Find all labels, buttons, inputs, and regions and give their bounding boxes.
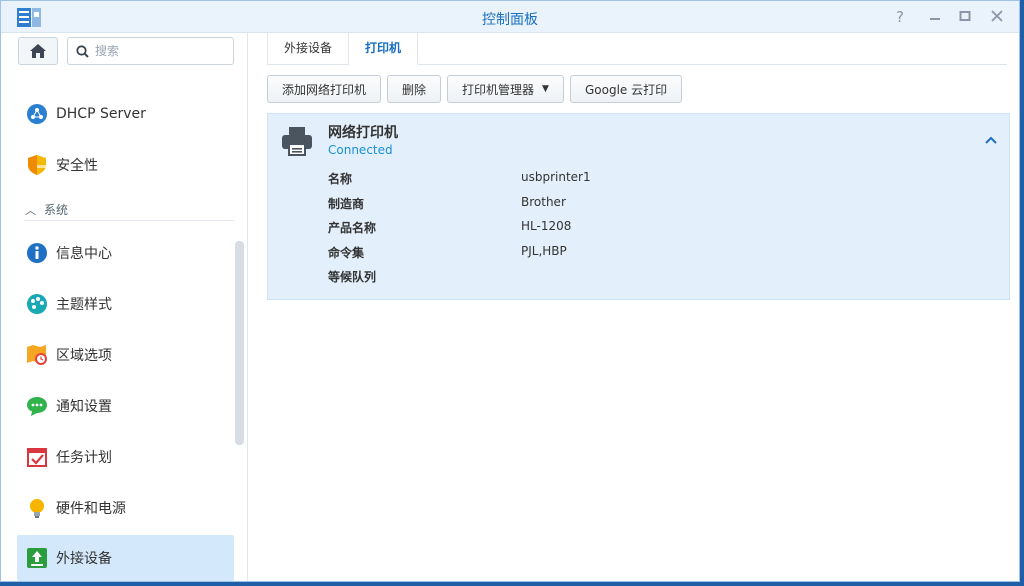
- sidebar-item-external-devices[interactable]: 外接设备: [17, 535, 234, 581]
- sidebar-item-label: 主题样式: [56, 297, 112, 313]
- sidebar-item-label: 通知设置: [56, 399, 112, 415]
- help-button[interactable]: ?: [891, 8, 909, 26]
- delete-button[interactable]: 删除: [387, 75, 442, 103]
- home-button[interactable]: [18, 37, 58, 65]
- sidebar-item-notifications[interactable]: 通知设置: [17, 383, 234, 429]
- sidebar-item-security[interactable]: 安全性: [17, 142, 234, 188]
- info-icon: [26, 242, 48, 264]
- sidebar-item-label: 安全性: [56, 158, 98, 174]
- sidebar-item-label: 外接设备: [56, 551, 112, 567]
- minimize-button[interactable]: [926, 8, 944, 26]
- caret-down-icon: ▼: [542, 84, 549, 94]
- help-icon: ?: [896, 8, 904, 26]
- close-icon: [991, 10, 1003, 22]
- nav-list: 网络 DHCP Server 安全性 ︿ 系统: [1, 69, 248, 581]
- maximize-button[interactable]: [956, 8, 974, 26]
- search-input[interactable]: [95, 44, 225, 58]
- maximize-icon: [959, 11, 971, 21]
- palette-icon: [26, 293, 48, 315]
- main-content: 外接设备 打印机 添加网络打印机 删除 打印机管理器 ▼ Google 云打印 …: [249, 33, 1019, 581]
- chevron-up-icon[interactable]: [983, 132, 999, 148]
- control-panel-window: 控制面板 ? 网络: [0, 0, 1020, 582]
- sidebar-item-label: 信息中心: [56, 246, 112, 262]
- sidebar-item-info-center[interactable]: 信息中心: [17, 230, 234, 276]
- search-icon: [76, 44, 89, 58]
- search-box[interactable]: [67, 37, 234, 65]
- sidebar-item-dhcp-server[interactable]: DHCP Server: [17, 91, 234, 137]
- external-device-icon: [26, 547, 48, 569]
- region-icon: [26, 344, 48, 366]
- toolbar: 添加网络打印机 删除 打印机管理器 ▼ Google 云打印: [267, 75, 683, 103]
- google-cloud-print-button[interactable]: Google 云打印: [569, 75, 683, 103]
- tab-bar: 外接设备 打印机: [267, 33, 1007, 65]
- add-network-printer-button[interactable]: 添加网络打印机: [267, 75, 382, 103]
- title-bar: 控制面板 ?: [1, 1, 1019, 33]
- printer-status: Connected: [328, 143, 393, 157]
- section-header-system[interactable]: ︿ 系统: [25, 199, 234, 221]
- sidebar-scrollbar[interactable]: [235, 241, 244, 445]
- bulb-icon: [26, 497, 48, 519]
- calendar-check-icon: [26, 446, 48, 468]
- sidebar-item-network-partial[interactable]: 网络: [25, 69, 53, 73]
- sidebar-item-label: 区域选项: [56, 348, 112, 364]
- printer-name: 网络打印机: [328, 125, 398, 141]
- tab-printer[interactable]: 打印机: [349, 33, 419, 65]
- window-title: 控制面板: [482, 12, 538, 28]
- home-icon: [30, 44, 46, 58]
- sidebar: 网络 DHCP Server 安全性 ︿ 系统: [1, 33, 248, 581]
- printer-manager-dropdown[interactable]: 打印机管理器 ▼: [447, 75, 564, 103]
- sidebar-item-label: DHCP Server: [56, 106, 146, 122]
- minimize-icon: [930, 18, 940, 20]
- sidebar-item-hardware-power[interactable]: 硬件和电源: [17, 485, 234, 531]
- sidebar-item-label: 硬件和电源: [56, 501, 126, 517]
- chat-icon: [26, 395, 48, 417]
- shield-icon: [26, 154, 48, 176]
- tab-external-devices[interactable]: 外接设备: [267, 33, 350, 65]
- chevron-up-icon: ︿: [25, 203, 36, 217]
- sidebar-item-theme[interactable]: 主题样式: [17, 281, 234, 327]
- printer-detail-panel: 网络打印机 Connected 名称 usbprinter1 制造商 Broth…: [267, 113, 1010, 300]
- sidebar-item-region[interactable]: 区域选项: [17, 332, 234, 378]
- sidebar-item-label: 任务计划: [56, 450, 112, 466]
- printer-icon: [282, 127, 312, 156]
- close-button[interactable]: [988, 8, 1006, 26]
- dhcp-icon: [26, 103, 48, 125]
- sidebar-item-task-scheduler[interactable]: 任务计划: [17, 434, 234, 480]
